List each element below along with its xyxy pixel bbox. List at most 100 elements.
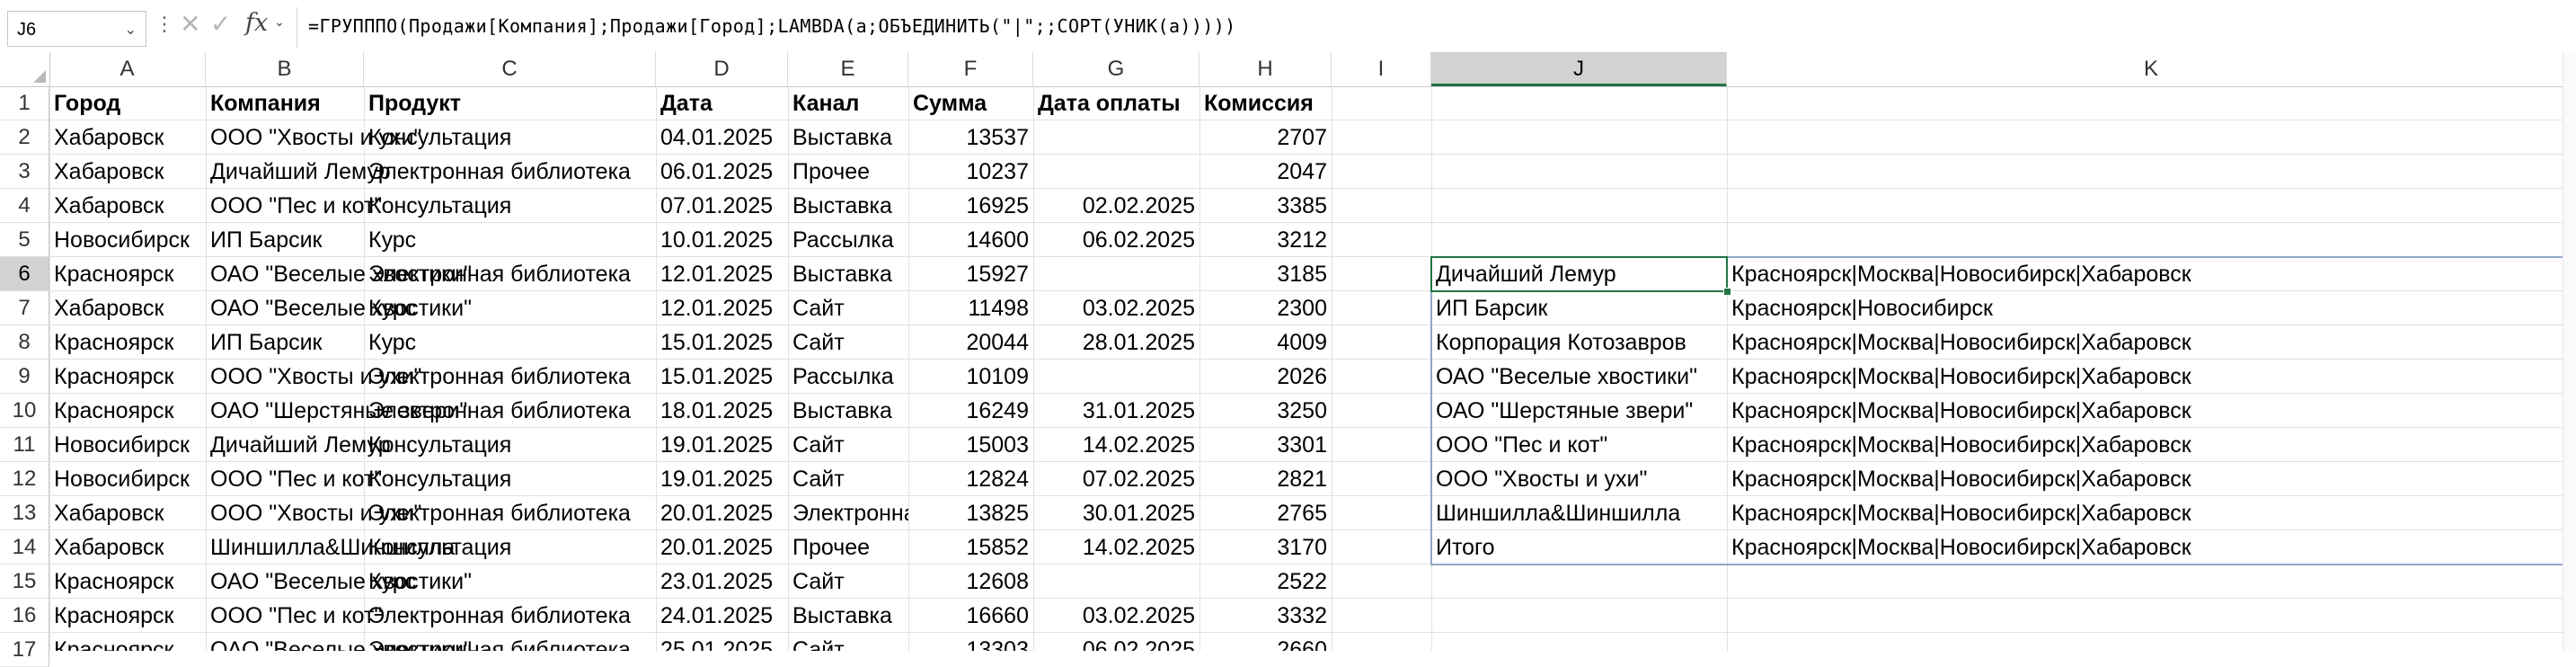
table-cell[interactable]: 2026 (1199, 360, 1332, 394)
row-header-6[interactable]: 6 (0, 257, 49, 291)
table-cell[interactable]: Новосибирск (49, 428, 206, 462)
table-cell[interactable]: ООО "Хвосты и ухи" (206, 360, 421, 394)
table-cell[interactable]: 2707 (1199, 120, 1332, 155)
table-cell[interactable]: 30.01.2025 (1033, 496, 1199, 530)
table-cell[interactable]: 15927 (908, 257, 1033, 291)
table-cell[interactable]: Красноярск (49, 565, 206, 599)
table-cell[interactable]: 3185 (1199, 257, 1332, 291)
table-cell[interactable]: 13537 (908, 120, 1033, 155)
table-cell[interactable]: 18.01.2025 (656, 394, 788, 428)
table-cell[interactable]: Сайт (788, 428, 908, 462)
spill-cell[interactable]: Итого (1431, 530, 1727, 565)
table-cell[interactable]: ОАО "Веселые хвостики" (206, 257, 472, 291)
table-cell[interactable]: 28.01.2025 (1033, 325, 1199, 360)
column-header-e[interactable]: E (788, 52, 908, 86)
table-cell[interactable]: 2660 (1199, 633, 1332, 651)
name-box[interactable]: J6 ⌄ (7, 11, 146, 47)
table-cell[interactable]: 2821 (1199, 462, 1332, 496)
table-cell[interactable]: Курс (364, 291, 656, 325)
table-cell[interactable]: 14.02.2025 (1033, 530, 1199, 565)
table-cell[interactable]: Красноярск (49, 257, 206, 291)
table-cell[interactable]: ООО "Пес и кот" (206, 189, 382, 223)
table-cell[interactable]: Выставка (788, 257, 908, 291)
row-header-1[interactable]: 1 (0, 86, 49, 120)
vertical-scrollbar[interactable] (2563, 52, 2576, 651)
spill-cell[interactable]: ООО "Пес и кот" (1431, 428, 1727, 462)
table-cell[interactable]: Прочее (788, 155, 908, 189)
column-header-g[interactable]: G (1033, 52, 1199, 86)
row-header-16[interactable]: 16 (0, 599, 49, 633)
table-cell[interactable]: Красноярск (49, 360, 206, 394)
table-cell[interactable]: Консультация (364, 428, 656, 462)
spill-cell[interactable]: Красноярск|Новосибирск (1727, 291, 2576, 325)
table-cell[interactable]: Консультация (364, 462, 656, 496)
fx-chevron-icon[interactable]: ⌄ (274, 14, 285, 30)
row-header-17[interactable]: 17 (0, 633, 49, 667)
table-cell[interactable]: Хабаровск (49, 189, 206, 223)
header-cell[interactable]: Город (49, 86, 206, 120)
table-cell[interactable]: Красноярск (49, 394, 206, 428)
table-cell[interactable]: Электронная библиотека (788, 496, 908, 530)
row-header-12[interactable]: 12 (0, 462, 49, 496)
spill-cell[interactable]: Корпорация Котозавров (1431, 325, 1727, 360)
table-cell[interactable]: 13825 (908, 496, 1033, 530)
row-header-3[interactable]: 3 (0, 155, 49, 189)
header-cell[interactable]: Комиссия (1199, 86, 1332, 120)
table-cell[interactable]: 14600 (908, 223, 1033, 257)
column-header-c[interactable]: C (364, 52, 656, 86)
table-cell[interactable]: Новосибирск (49, 462, 206, 496)
table-cell[interactable]: Электронная библиотека (364, 633, 656, 651)
table-cell[interactable]: 20.01.2025 (656, 530, 788, 565)
table-cell[interactable]: 31.01.2025 (1033, 394, 1199, 428)
header-cell[interactable]: Дата оплаты (1033, 86, 1199, 120)
table-cell[interactable]: 15.01.2025 (656, 325, 788, 360)
table-cell[interactable]: Красноярск (49, 325, 206, 360)
spill-cell[interactable]: Красноярск|Москва|Новосибирск|Хабаровск (1727, 496, 2576, 530)
table-cell[interactable]: 04.01.2025 (656, 120, 788, 155)
table-cell[interactable]: 07.01.2025 (656, 189, 788, 223)
table-cell[interactable]: Электронная библиотека (364, 155, 656, 189)
table-cell[interactable]: 3332 (1199, 599, 1332, 633)
table-cell[interactable]: 2765 (1199, 496, 1332, 530)
spill-cell[interactable]: Красноярск|Москва|Новосибирск|Хабаровск (1727, 257, 2576, 291)
fill-handle[interactable] (1723, 288, 1731, 296)
column-header-k[interactable]: K (1727, 52, 2576, 86)
table-cell[interactable]: 3250 (1199, 394, 1332, 428)
table-cell[interactable]: 20044 (908, 325, 1033, 360)
table-cell[interactable]: Сайт (788, 633, 908, 651)
table-cell[interactable]: 20.01.2025 (656, 496, 788, 530)
table-cell[interactable]: 3170 (1199, 530, 1332, 565)
table-cell[interactable]: 2047 (1199, 155, 1332, 189)
table-cell[interactable]: 14.02.2025 (1033, 428, 1199, 462)
select-all-button[interactable] (0, 52, 50, 86)
table-cell[interactable]: 12824 (908, 462, 1033, 496)
table-cell[interactable]: Электронная библиотека (364, 599, 656, 633)
spill-cell[interactable]: Красноярск|Москва|Новосибирск|Хабаровск (1727, 530, 2576, 565)
table-cell[interactable]: Консультация (364, 530, 656, 565)
table-cell[interactable]: ОАО "Веселые хвостики" (206, 565, 472, 599)
row-header-9[interactable]: 9 (0, 360, 49, 394)
row-header-8[interactable]: 8 (0, 325, 49, 360)
table-cell[interactable]: 4009 (1199, 325, 1332, 360)
table-cell[interactable]: 23.01.2025 (656, 565, 788, 599)
table-cell[interactable]: ИП Барсик (206, 223, 364, 257)
header-cell[interactable]: Дата (656, 86, 788, 120)
cancel-icon[interactable]: ✕ (180, 9, 200, 39)
table-cell[interactable]: 06.02.2025 (1033, 223, 1199, 257)
header-cell[interactable]: Продукт (364, 86, 656, 120)
table-cell[interactable]: 3212 (1199, 223, 1332, 257)
table-cell[interactable]: Выставка (788, 120, 908, 155)
table-cell[interactable]: ООО "Хвосты и ухи" (206, 496, 421, 530)
table-cell[interactable]: 15.01.2025 (656, 360, 788, 394)
column-header-j[interactable]: J (1431, 52, 1727, 86)
chevron-down-icon[interactable]: ⌄ (125, 21, 137, 39)
table-cell[interactable]: 06.01.2025 (656, 155, 788, 189)
column-header-i[interactable]: I (1332, 52, 1431, 86)
table-cell[interactable]: Хабаровск (49, 530, 206, 565)
table-cell[interactable]: 19.01.2025 (656, 462, 788, 496)
row-header-15[interactable]: 15 (0, 565, 49, 599)
spill-cell[interactable]: ООО "Хвосты и ухи" (1431, 462, 1727, 496)
spill-cell[interactable]: Красноярск|Москва|Новосибирск|Хабаровск (1727, 360, 2576, 394)
header-cell[interactable]: Компания (206, 86, 364, 120)
row-header-11[interactable]: 11 (0, 428, 49, 462)
